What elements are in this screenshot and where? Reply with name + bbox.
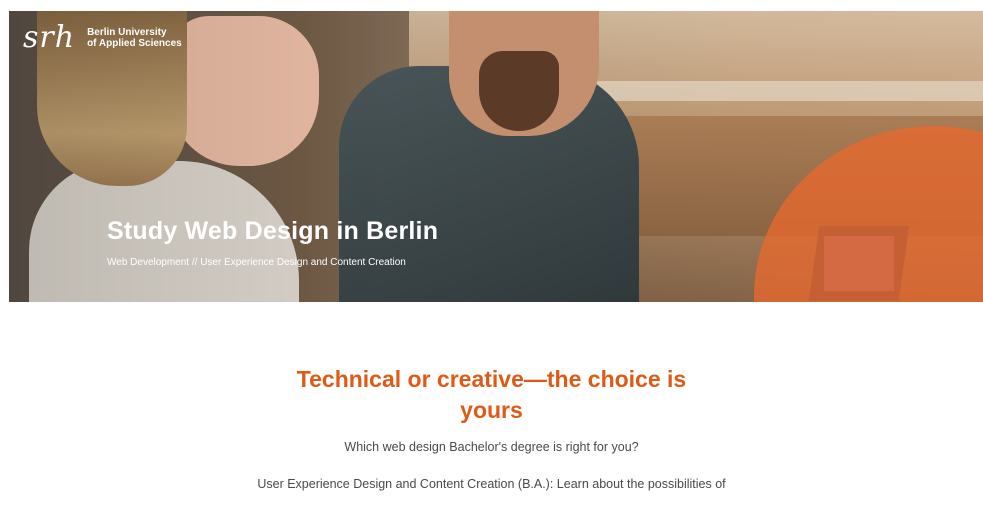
section-question: Which web design Bachelor's degree is ri… (344, 440, 639, 454)
logo-mark: srh (23, 20, 76, 55)
section-headline: Technical or creative—the choice is your… (0, 364, 983, 426)
logo-text: Berlin University of Applied Sciences (87, 27, 182, 49)
site-logo[interactable]: srh Berlin University of Applied Science… (23, 23, 182, 53)
hero-subtitle: Web Development // User Experience Desig… (107, 257, 406, 268)
page: srh Berlin University of Applied Science… (0, 0, 983, 515)
logo-text-line2: of Applied Sciences (87, 38, 182, 49)
headline-line1: Technical or creative—the choice is (296, 366, 687, 392)
hero-title: Study Web Design in Berlin (107, 217, 439, 245)
section-intro: User Experience Design and Content Creat… (257, 477, 726, 491)
headline-line2: yours (460, 397, 523, 423)
logo-text-line1: Berlin University (87, 27, 167, 38)
hero-banner: srh Berlin University of Applied Science… (9, 11, 983, 302)
